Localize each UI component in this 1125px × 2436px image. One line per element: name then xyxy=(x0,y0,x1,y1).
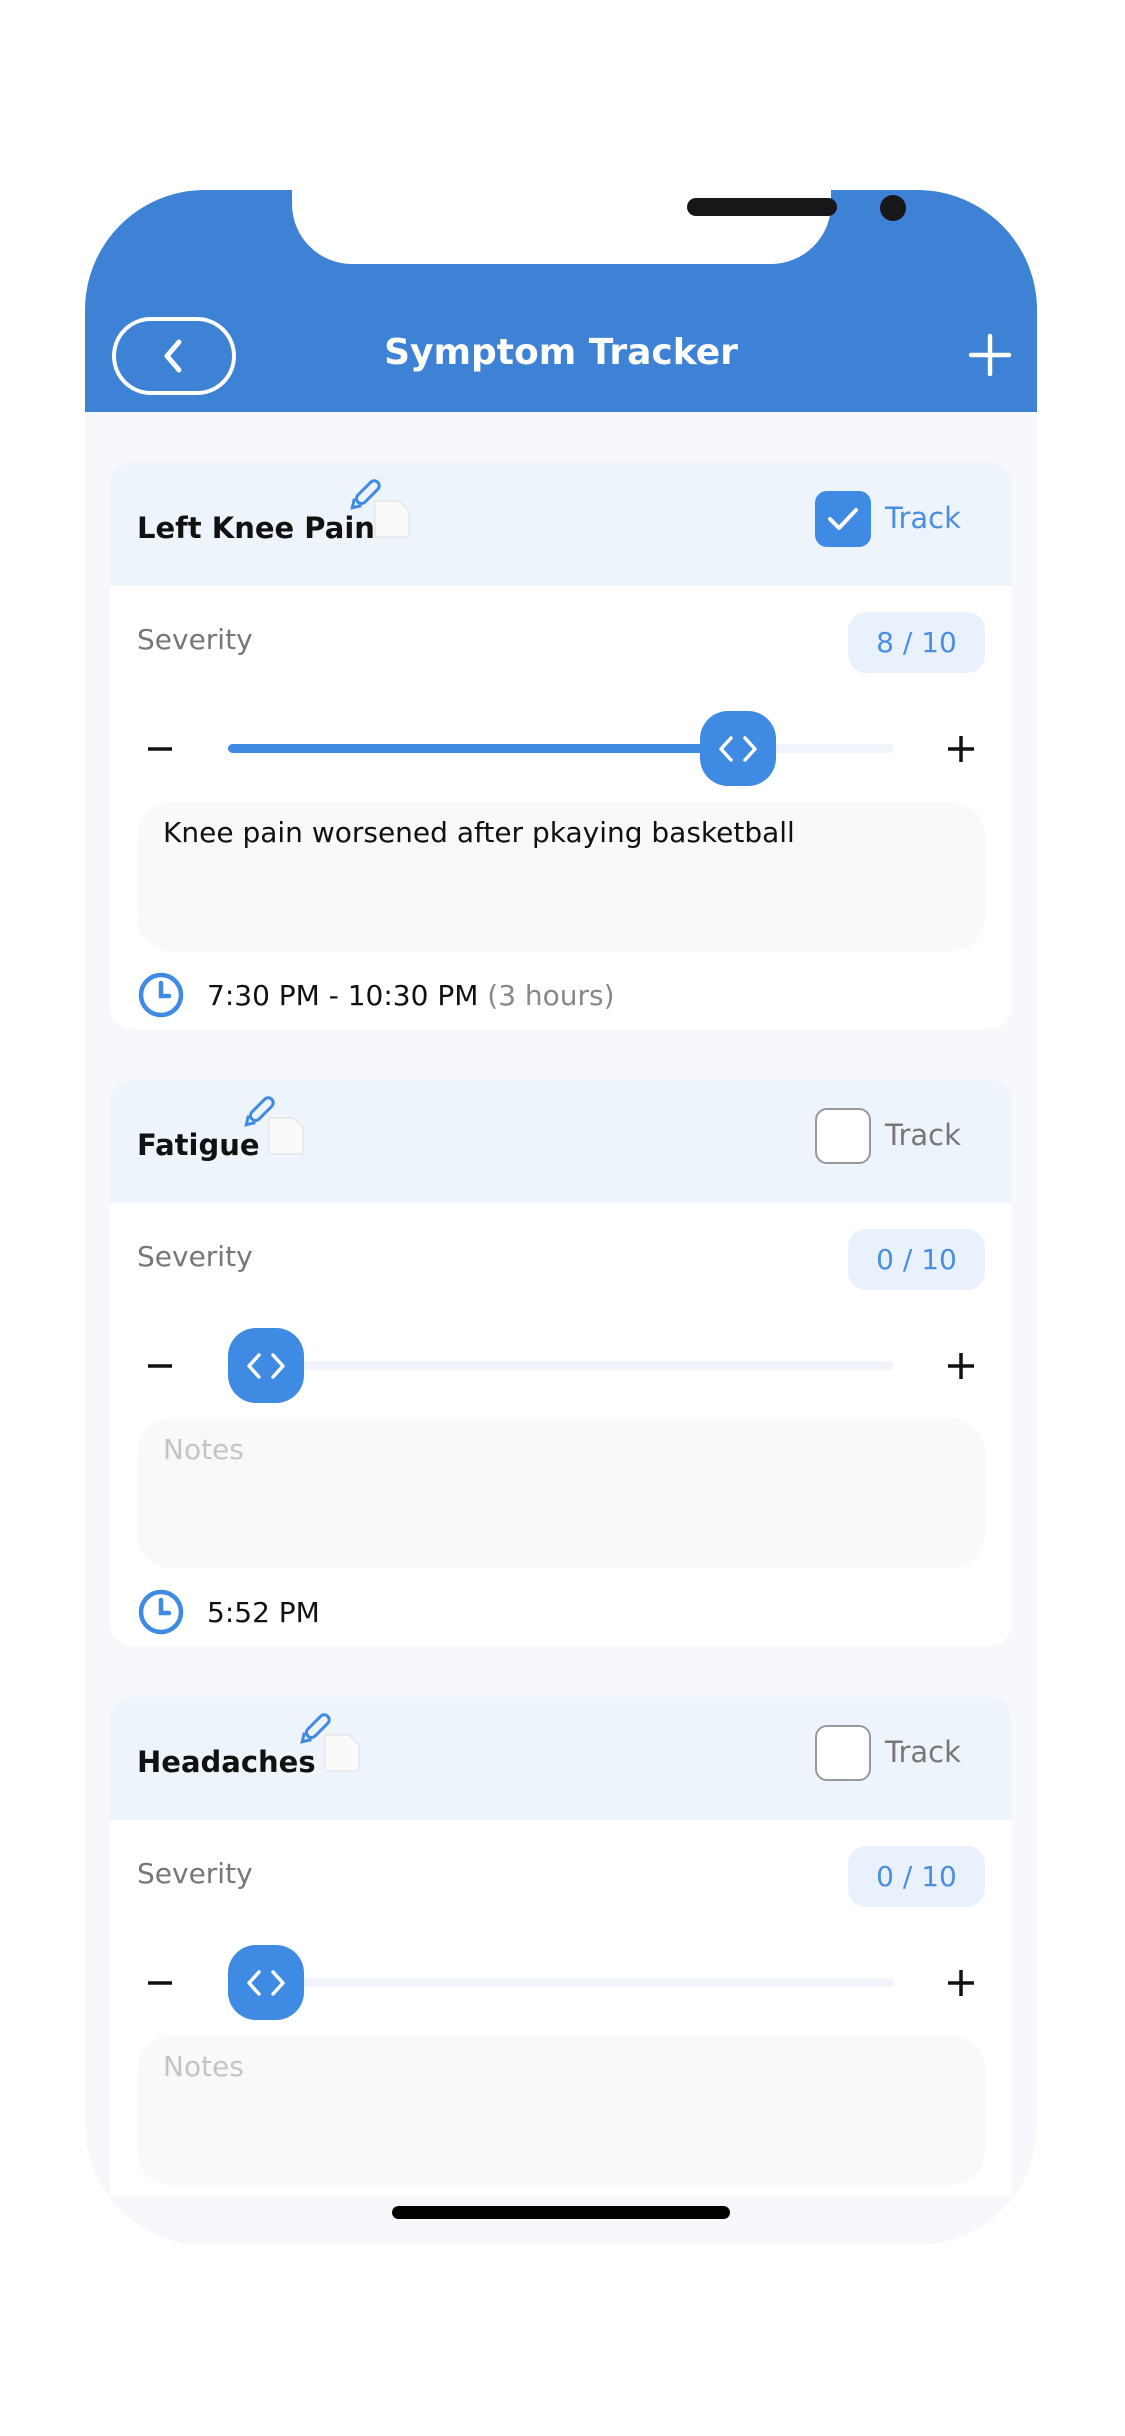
notch xyxy=(292,190,906,264)
slider-thumb[interactable] xyxy=(700,711,776,786)
symptom-name: Left Knee Pain xyxy=(137,511,375,545)
severity-badge: 0 / 10 xyxy=(848,1846,985,1907)
severity-label: Severity xyxy=(137,1240,253,1273)
chevrons-left-right-icon xyxy=(247,1969,285,1996)
symptom-card: Left Knee Pain Track Severity 8 / 10 Kne… xyxy=(110,463,1012,1029)
increase-severity-button[interactable] xyxy=(944,728,978,768)
symptom-card: Fatigue Track Severity 0 / 10 Notes 5:52… xyxy=(110,1080,1012,1646)
add-symptom-button[interactable] xyxy=(965,330,1015,380)
slider-fill xyxy=(228,744,738,753)
home-indicator[interactable] xyxy=(392,2206,730,2219)
increase-severity-button[interactable] xyxy=(944,1345,978,1385)
track-checkbox[interactable] xyxy=(815,491,871,547)
symptom-name: Fatigue xyxy=(137,1128,260,1162)
notes-input[interactable]: Notes xyxy=(137,1419,985,1568)
clock-icon xyxy=(138,1589,184,1635)
increase-severity-button[interactable] xyxy=(944,1962,978,2002)
page-title: Symptom Tracker xyxy=(384,332,738,373)
track-label[interactable]: Track xyxy=(885,1735,961,1769)
track-checkbox[interactable] xyxy=(815,1108,871,1164)
chevrons-left-right-icon xyxy=(719,735,757,762)
speaker xyxy=(687,198,837,216)
severity-label: Severity xyxy=(137,1857,253,1890)
decrease-severity-button[interactable] xyxy=(145,1345,175,1385)
time-row[interactable]: 5:52 PM xyxy=(137,1588,320,1636)
checkmark-icon xyxy=(828,508,858,530)
symptom-list: Left Knee Pain Track Severity 8 / 10 Kne… xyxy=(85,412,1037,2196)
decrease-severity-button[interactable] xyxy=(145,1962,175,2002)
chevrons-left-right-icon xyxy=(247,1352,285,1379)
severity-badge: 0 / 10 xyxy=(848,1229,985,1290)
time-range: 5:52 PM xyxy=(207,1595,320,1629)
pencil-icon[interactable] xyxy=(295,1709,335,1749)
phone-screen: Symptom Tracker Left Knee Pain Track Sev… xyxy=(85,190,1037,2245)
track-label[interactable]: Track xyxy=(885,1118,961,1152)
decrease-severity-button[interactable] xyxy=(145,728,175,768)
card-header: Headaches Track xyxy=(110,1697,1012,1820)
track-checkbox[interactable] xyxy=(815,1725,871,1781)
card-header: Left Knee Pain Track xyxy=(110,463,1012,586)
symptom-name: Headaches xyxy=(137,1745,316,1779)
pencil-icon[interactable] xyxy=(345,475,385,515)
card-header: Fatigue Track xyxy=(110,1080,1012,1203)
duration: (3 hours) xyxy=(487,978,615,1012)
app-header: Symptom Tracker xyxy=(85,190,1037,412)
slider-thumb[interactable] xyxy=(228,1328,304,1403)
clock-icon xyxy=(138,972,184,1018)
camera xyxy=(880,195,906,221)
pencil-icon[interactable] xyxy=(239,1092,279,1132)
severity-slider[interactable] xyxy=(228,711,894,786)
severity-slider[interactable] xyxy=(228,1945,894,2020)
time-range: 7:30 PM - 10:30 PM xyxy=(207,978,479,1012)
slider-thumb[interactable] xyxy=(228,1945,304,2020)
severity-badge: 8 / 10 xyxy=(848,612,985,673)
severity-slider[interactable] xyxy=(228,1328,894,1403)
notes-input[interactable]: Notes xyxy=(137,2036,985,2185)
track-label[interactable]: Track xyxy=(885,501,961,535)
time-row[interactable]: 7:30 PM - 10:30 PM (3 hours) xyxy=(137,971,615,1019)
symptom-card: Headaches Track Severity 0 / 10 Notes xyxy=(110,1697,1012,2196)
severity-label: Severity xyxy=(137,623,253,656)
notes-input[interactable]: Knee pain worsened after pkaying basketb… xyxy=(137,802,985,951)
